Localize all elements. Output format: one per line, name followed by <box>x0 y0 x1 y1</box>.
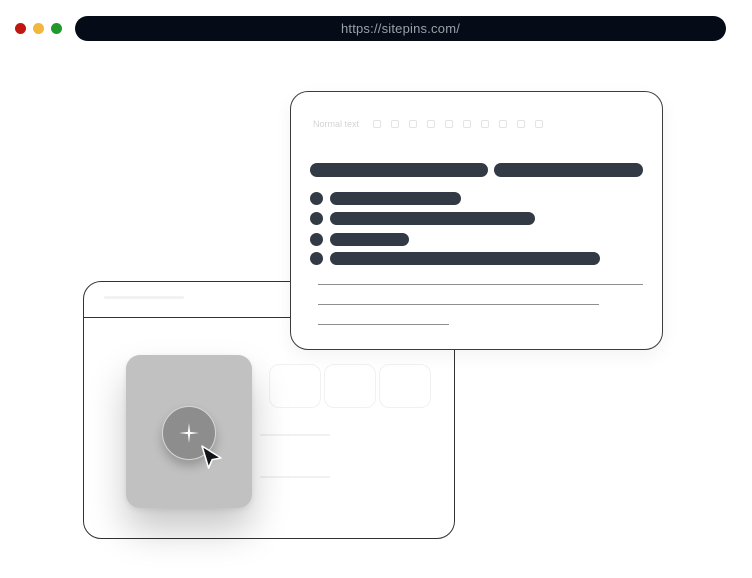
list-item-text <box>330 192 461 205</box>
link-icon[interactable] <box>463 120 472 128</box>
minimize-window-button[interactable] <box>33 23 44 34</box>
heading-text-line <box>494 163 643 177</box>
add-item-card[interactable] <box>126 355 252 508</box>
code-icon[interactable] <box>499 120 508 128</box>
content-tile[interactable] <box>379 364 431 408</box>
bold-icon[interactable] <box>373 120 382 128</box>
plus-sparkle-icon <box>179 423 199 443</box>
italic-icon[interactable] <box>391 120 400 128</box>
quote-icon[interactable] <box>445 120 454 128</box>
list-item-text <box>330 252 600 265</box>
close-window-button[interactable] <box>15 23 26 34</box>
more-icon[interactable] <box>535 120 544 128</box>
titlebar-placeholder <box>104 296 184 299</box>
content-tile[interactable] <box>324 364 376 408</box>
paragraph-line <box>318 304 599 306</box>
editor-window: Normal text <box>290 91 663 350</box>
underline-icon[interactable] <box>409 120 418 128</box>
heading-text-line <box>310 163 488 177</box>
placeholder-line <box>260 434 330 436</box>
mouse-cursor-icon <box>201 445 222 469</box>
text-style-dropdown[interactable]: Normal text <box>313 119 359 129</box>
image-icon[interactable] <box>481 120 490 128</box>
list-icon[interactable] <box>427 120 436 128</box>
content-tile[interactable] <box>269 364 321 408</box>
list-bullet <box>310 233 323 246</box>
address-bar[interactable]: https://sitepins.com/ <box>75 16 726 41</box>
placeholder-line <box>260 476 330 478</box>
list-item-text <box>330 233 409 246</box>
maximize-window-button[interactable] <box>51 23 62 34</box>
list-bullet <box>310 212 323 225</box>
paragraph-line <box>318 284 643 286</box>
list-bullet <box>310 252 323 265</box>
list-item-text <box>330 212 535 225</box>
list-bullet <box>310 192 323 205</box>
paragraph-line <box>318 324 449 326</box>
table-icon[interactable] <box>517 120 526 128</box>
address-bar-url: https://sitepins.com/ <box>340 21 461 36</box>
editor-toolbar: Normal text <box>313 118 642 130</box>
